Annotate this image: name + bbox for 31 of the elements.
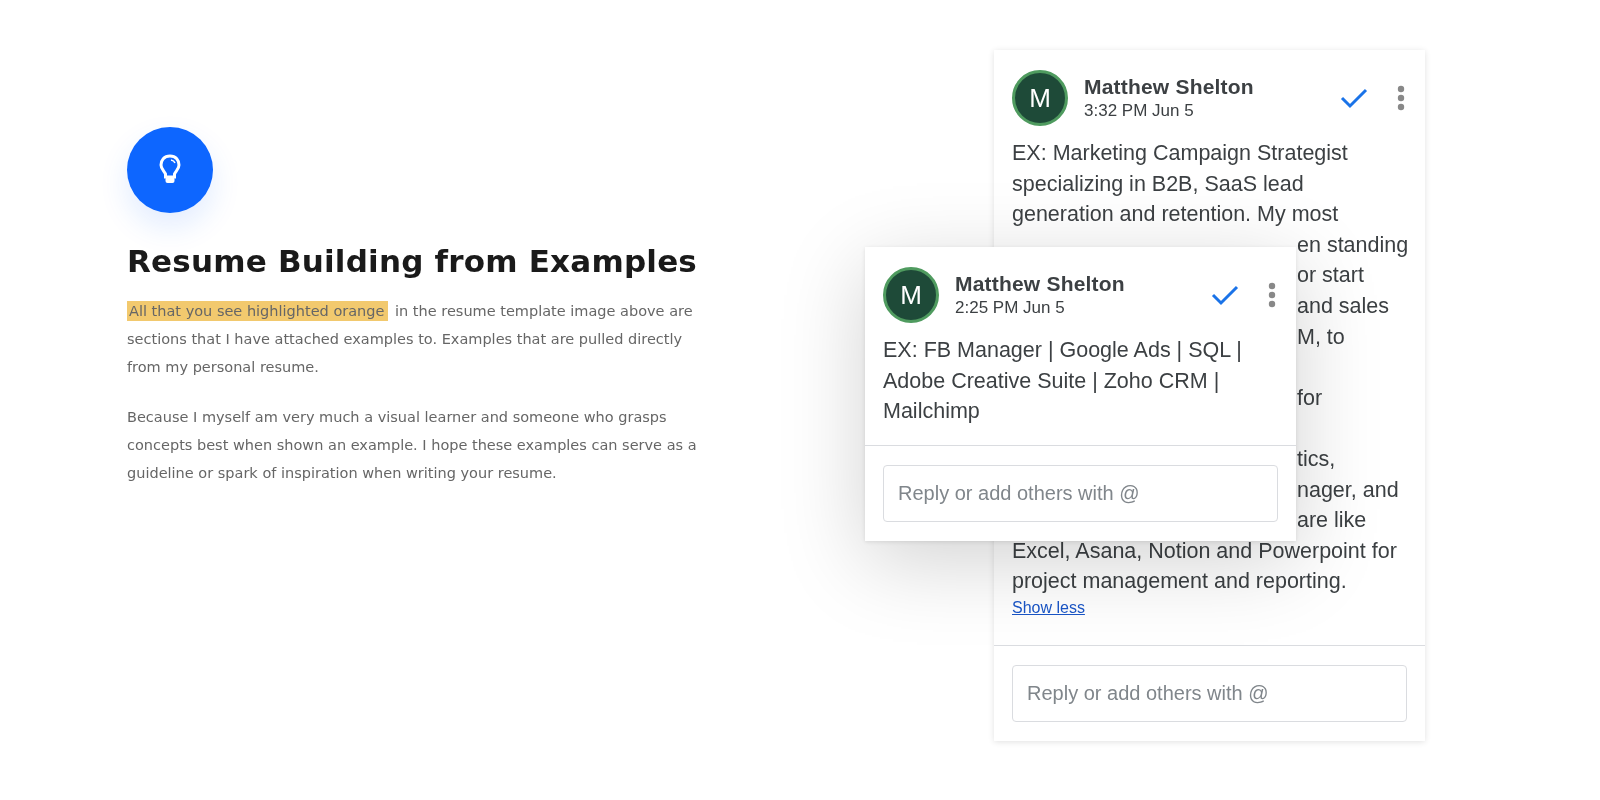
author-name: Matthew Shelton [1084, 75, 1255, 99]
comment-text-fragment: M, to [1297, 323, 1345, 351]
comment-text-fragment: or start [1297, 262, 1364, 290]
comment-text-line: Excel, Asana, Notion and Powerpoint for [1012, 537, 1397, 565]
comment-time: 3:32 PM Jun 5 [1084, 101, 1195, 121]
avatar: M [883, 267, 939, 323]
show-less-link[interactable]: Show less [1012, 598, 1085, 617]
comment-text-line: generation and retention. My most [1012, 201, 1339, 229]
comment-text-fragment: for [1297, 384, 1323, 412]
lightbulb-icon [159, 154, 181, 186]
more-options-icon[interactable] [1268, 282, 1276, 308]
checkmark-icon[interactable] [1210, 283, 1240, 307]
comment-text-fragment: tics, [1297, 445, 1336, 473]
more-options-icon[interactable] [1397, 85, 1405, 111]
reply-field[interactable]: Reply or add others with @ [1012, 664, 1407, 722]
author-name: Matthew Shelton [955, 272, 1126, 296]
avatar: M [1012, 70, 1068, 126]
body-paragraph: Because I myself am very much a visual learner and someone who grasps concepts best when shown an example. I hope these examples can serve as a guideline or spark of inspiration when writing your resume. [127, 408, 697, 483]
comment-text-line: specializing in B2B, SaaS lead [1012, 170, 1304, 198]
reply-field[interactable]: Reply or add others with @ [883, 464, 1278, 522]
comment-text-fragment: en standing [1297, 231, 1409, 259]
comment-text-fragment: nager, and [1297, 476, 1399, 504]
comment-text-fragment: are like [1297, 507, 1367, 535]
body-paragraph: All that you see highlighted orange in the resume template image above are sections that I have attached examples to. Examples that are pulled directly from my personal resume. [127, 300, 694, 377]
section-heading: Resume Building from Examples [127, 243, 698, 279]
checkmark-icon[interactable] [1339, 86, 1369, 110]
comment-text-fragment: and sales [1297, 292, 1390, 320]
comment-text-line: project management and reporting. [1012, 568, 1347, 596]
comment-text-line: EX: Marketing Campaign Strategist [1012, 140, 1348, 167]
comment-time: 2:25 PM Jun 5 [955, 298, 1066, 318]
comment-text: EX: FB Manager | Google Ads | SQL | Adobe Creative Suite | Zoho CRM | Mailchimp [882, 337, 1243, 426]
